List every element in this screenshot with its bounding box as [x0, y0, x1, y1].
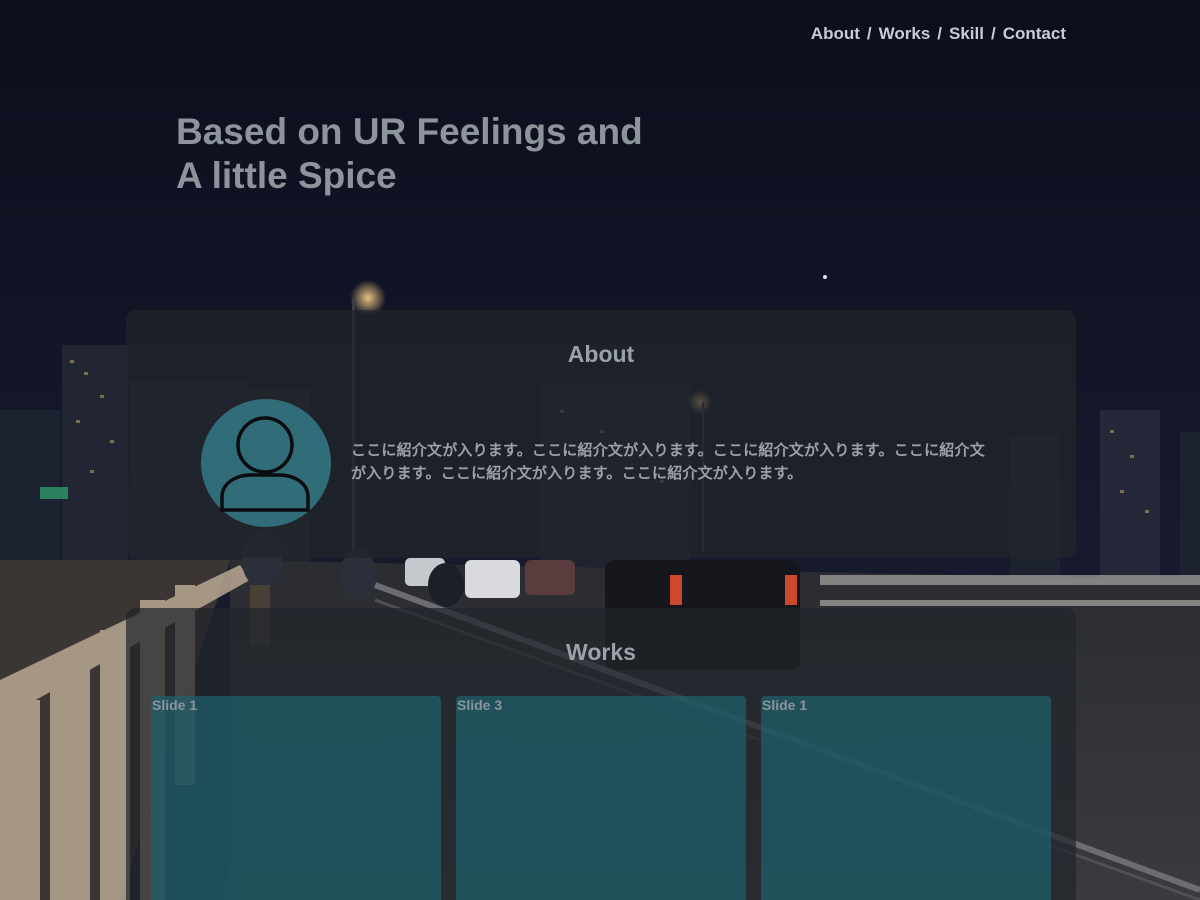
slide-label: Slide 3: [457, 697, 503, 713]
slide-card[interactable]: Slide 3: [456, 696, 746, 900]
hero-line-1: Based on UR Feelings and: [176, 111, 643, 152]
nav-separator: /: [866, 24, 872, 43]
nav-link-contact[interactable]: Contact: [1003, 24, 1066, 44]
works-slider[interactable]: Slide 1 Slide 3 Slide 1: [151, 696, 1051, 900]
nav-separator: /: [990, 24, 996, 43]
slide-card[interactable]: Slide 1: [761, 696, 1051, 900]
hero-line-2: A little Spice: [176, 155, 397, 196]
about-description: ここに紹介文が入ります。ここに紹介文が入ります。ここに紹介文が入ります。ここに紹…: [351, 442, 985, 482]
about-title: About: [567, 341, 635, 367]
works-section: Works Slide 1 Slide 3 Slide 1: [126, 608, 1076, 900]
nav-separator: /: [937, 24, 943, 43]
top-nav: About / Works / Skill / Contact: [811, 24, 1066, 44]
about-section: About ここに紹介文が入ります。ここに紹介文が入ります。ここに紹介文が入りま…: [126, 310, 1076, 558]
slide-label: Slide 1: [152, 697, 198, 713]
nav-link-works[interactable]: Works: [879, 24, 931, 44]
user-icon: [220, 416, 310, 512]
slide-card[interactable]: Slide 1: [151, 696, 441, 900]
works-title: Works: [566, 639, 636, 665]
slide-label: Slide 1: [762, 697, 808, 713]
hero-heading: Based on UR Feelings and A little Spice: [176, 110, 643, 198]
avatar: [201, 399, 331, 527]
nav-link-skill[interactable]: Skill: [949, 24, 984, 44]
nav-link-about[interactable]: About: [811, 24, 860, 44]
